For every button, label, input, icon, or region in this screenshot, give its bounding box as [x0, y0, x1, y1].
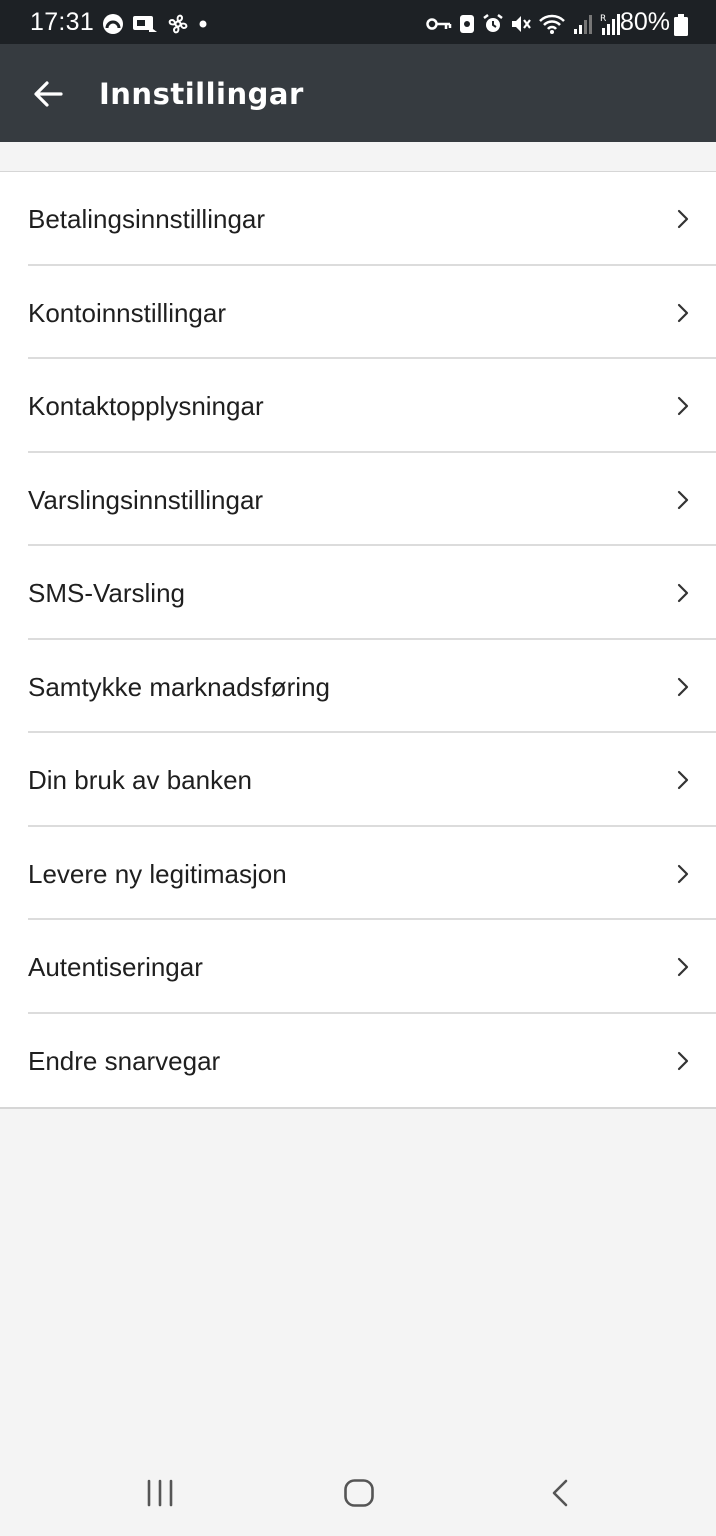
settings-item-label: Din bruk av banken [28, 765, 253, 795]
settings-item-sms-varsling[interactable]: SMS-Varsling [0, 546, 716, 640]
chevron-right-icon [677, 957, 689, 977]
settings-item-endre-snarvegar[interactable]: Endre snarvegar [0, 1014, 716, 1108]
dot-icon [199, 20, 207, 28]
settings-item-betalingsinnstillingar[interactable]: Betalingsinnstillingar [0, 172, 716, 266]
home-icon [344, 1479, 374, 1507]
back-icon [552, 1479, 568, 1507]
chevron-right-icon [677, 490, 689, 509]
settings-item-label: Levere ny legitimasjon [28, 858, 287, 889]
settings-item-label: SMS-Varsling [28, 578, 186, 608]
alarm-icon [483, 14, 503, 32]
signal-icon [574, 15, 592, 34]
status-time: 17:31 [30, 8, 95, 36]
settings-item-varslingsinnstillingar[interactable]: Varslingsinnstillingar [0, 453, 716, 547]
settings-item-label: Autentiseringar [28, 952, 203, 982]
vpn-key-icon [426, 18, 452, 30]
page-title: Innstillingar [99, 77, 304, 111]
chevron-right-icon [677, 396, 689, 416]
recent-apps-icon [147, 1479, 173, 1507]
fan-notification-icon [168, 14, 188, 34]
settings-item-label: Endre snarvegar [28, 1045, 221, 1076]
recent-apps-button[interactable] [130, 1470, 190, 1516]
notification-icons [102, 12, 208, 36]
settings-item-label: Betalingsinnstillingar [28, 204, 266, 234]
battery-icon [674, 14, 688, 36]
system-back-button[interactable] [530, 1470, 590, 1516]
settings-item-levere-ny-legitimasjon[interactable]: Levere ny legitimasjon [0, 827, 716, 921]
signal-roaming-icon: R [600, 14, 620, 35]
back-button[interactable] [26, 72, 70, 116]
settings-list: Betalingsinnstillingar Kontoinnstillinga… [0, 171, 716, 1109]
settings-item-autentiseringar[interactable]: Autentiseringar [0, 920, 716, 1014]
settings-item-kontoinnstillingar[interactable]: Kontoinnstillingar [0, 266, 716, 360]
headset-notification-icon [103, 14, 123, 34]
mute-icon [512, 16, 531, 32]
cast-notification-icon [133, 16, 157, 32]
app-bar: Innstillingar [0, 44, 716, 142]
chevron-right-icon [677, 1051, 689, 1070]
settings-item-label: Kontoinnstillingar [28, 297, 227, 328]
chevron-right-icon [677, 770, 689, 790]
chevron-right-icon [677, 864, 689, 883]
arrow-left-icon [34, 81, 63, 107]
settings-item-din-bruk-av-banken[interactable]: Din bruk av banken [0, 733, 716, 827]
settings-item-label: Varslingsinnstillingar [28, 484, 264, 515]
chevron-right-icon [677, 677, 689, 696]
battery-percentage: 80% [619, 8, 670, 36]
home-button[interactable] [329, 1470, 389, 1516]
wifi-icon [539, 14, 565, 34]
system-icons: R [426, 12, 620, 36]
chevron-right-icon [677, 303, 689, 322]
status-bar: 17:31 R 80% [0, 0, 716, 44]
settings-item-samtykke-marknadsforing[interactable]: Samtykke marknadsføring [0, 640, 716, 734]
chevron-right-icon [677, 583, 689, 603]
lock-app-icon [460, 15, 474, 33]
chevron-right-icon [677, 209, 689, 229]
settings-item-kontaktopplysningar[interactable]: Kontaktopplysningar [0, 359, 716, 453]
svg-text:R: R [600, 14, 606, 24]
settings-item-label: Kontaktopplysningar [28, 391, 264, 421]
system-navigation-bar [0, 1448, 716, 1536]
settings-item-label: Samtykke marknadsføring [28, 671, 330, 702]
